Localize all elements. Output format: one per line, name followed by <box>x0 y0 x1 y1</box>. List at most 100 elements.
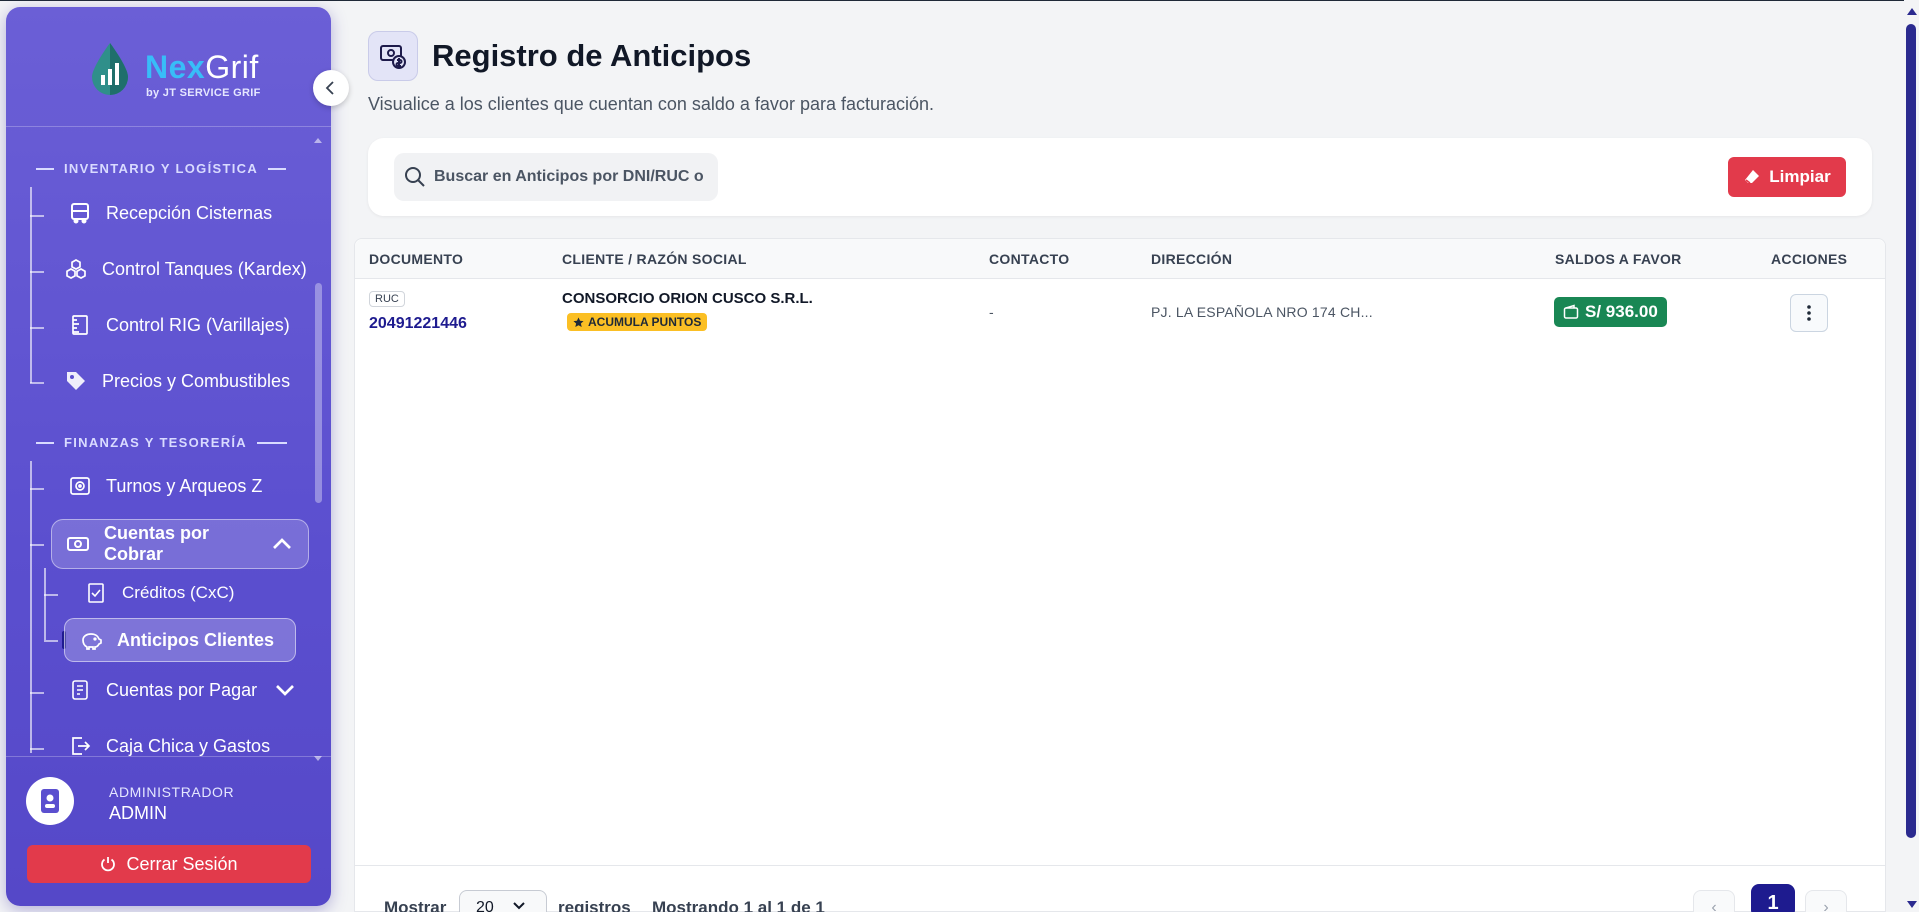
scroll-up-arrow-icon[interactable] <box>314 138 322 143</box>
pagination-prev-button[interactable]: ‹ <box>1693 890 1735 912</box>
sidebar-item-cuentas-por-cobrar[interactable]: Cuentas por Cobrar <box>51 519 309 569</box>
balance-value: S/ 936.00 <box>1585 302 1658 321</box>
tag-icon <box>67 372 85 390</box>
column-header-acciones: ACCIONES <box>1771 251 1848 267</box>
sidebar-item-caja-chica[interactable]: Caja Chica y Gastos <box>68 734 270 758</box>
chevron-down-icon <box>513 902 525 910</box>
sidebar-item-label: Cuentas por Pagar <box>106 679 258 700</box>
points-badge: ACUMULA PUNTOS <box>567 313 708 331</box>
brand-name-part2: Grif <box>205 49 259 85</box>
user-role: ADMINISTRADOR <box>109 784 235 800</box>
exit-icon <box>72 737 91 755</box>
sidebar-item-precios-combustibles[interactable]: Precios y Combustibles <box>64 369 290 393</box>
chevron-left-icon <box>325 81 334 95</box>
search-card: Limpiar <box>368 138 1872 216</box>
page-scroll-up-icon[interactable] <box>1907 8 1917 15</box>
page-scroll-down-icon[interactable] <box>1907 901 1917 908</box>
page-scrollbar[interactable] <box>1904 0 1919 912</box>
anticipos-table: DOCUMENTO CLIENTE / RAZÓN SOCIAL CONTACT… <box>354 238 1886 912</box>
sidebar-nav[interactable]: INVENTARIO Y LOGÍSTICA Recepción Cistern… <box>6 135 324 763</box>
sidebar-item-label: Créditos (CxC) <box>122 583 235 602</box>
page-title: Registro de Anticipos <box>432 38 752 73</box>
tree-branch <box>30 215 44 217</box>
table-header: DOCUMENTO CLIENTE / RAZÓN SOCIAL CONTACT… <box>355 239 1885 279</box>
column-header-direccion: DIRECCIÓN <box>1151 251 1233 267</box>
sidebar-item-cuentas-por-pagar[interactable]: Cuentas por Pagar <box>68 678 297 702</box>
sidebar: NexGrif by JT SERVICE GRIF INVENTARIO Y … <box>6 7 331 906</box>
kebab-menu-icon <box>1807 305 1811 321</box>
pagination-next-button[interactable]: › <box>1805 890 1847 912</box>
user-badge-icon <box>41 789 59 813</box>
chevron-up-icon <box>273 538 291 549</box>
boxes-icon <box>66 259 86 279</box>
tree-branch <box>30 327 44 329</box>
sidebar-item-label: Control Tanques (Kardex) <box>102 258 307 279</box>
tree-branch <box>44 594 58 596</box>
tree-branch <box>30 271 44 273</box>
avatar <box>26 777 74 825</box>
nexgrif-logo-icon <box>92 43 128 95</box>
sidebar-scrollbar[interactable] <box>314 135 322 763</box>
sidebar-item-anticipos-clientes[interactable]: Anticipos Clientes <box>64 618 296 662</box>
sidebar-item-label: Recepción Cisternas <box>106 202 273 223</box>
chevron-down-icon <box>276 685 295 696</box>
table-footer: Mostrar 20 registros Mostrando 1 al 1 de… <box>355 865 1885 912</box>
records-label: registros <box>558 898 631 912</box>
search-input[interactable] <box>434 168 714 186</box>
sidebar-item-recepcion-cisternas[interactable]: Recepción Cisternas <box>68 201 272 225</box>
balance-badge: S/ 936.00 <box>1554 297 1667 327</box>
brand-header: NexGrif by JT SERVICE GRIF <box>6 7 331 127</box>
column-header-contacto: CONTACTO <box>989 251 1070 267</box>
cash-icon <box>67 537 89 551</box>
clear-button[interactable]: Limpiar <box>1728 157 1846 197</box>
page-size-select[interactable]: 20 <box>459 890 547 912</box>
sidebar-item-control-tanques[interactable]: Control Tanques (Kardex) <box>64 257 307 281</box>
search-box[interactable] <box>394 153 718 201</box>
row-actions-button[interactable] <box>1790 294 1828 332</box>
sidebar-item-turnos-arqueos[interactable]: Turnos y Arqueos Z <box>68 474 262 498</box>
clear-button-label: Limpiar <box>1769 167 1831 186</box>
safe-icon <box>70 477 90 495</box>
logout-label: Cerrar Sesión <box>126 853 238 874</box>
records-summary: Mostrando 1 al 1 de 1 <box>652 898 825 912</box>
client-name: CONSORCIO ORION CUSCO S.R.L. <box>562 290 813 307</box>
section-title-finanzas: FINANZAS Y TESORERÍA <box>36 435 287 450</box>
tree-branch <box>30 692 44 694</box>
collapse-sidebar-button[interactable] <box>313 70 349 106</box>
client-contact: - <box>989 304 994 320</box>
client-address: PJ. LA ESPAÑOLA NRO 174 CH... <box>1151 304 1373 320</box>
pagination-current-page[interactable]: 1 <box>1751 884 1795 912</box>
doc-number: 20491221446 <box>369 315 467 332</box>
sidebar-item-label: Anticipos Clientes <box>117 629 275 650</box>
column-header-cliente: CLIENTE / RAZÓN SOCIAL <box>562 251 747 267</box>
tree-branch <box>30 544 44 546</box>
section-title-inventario: INVENTARIO Y LOGÍSTICA <box>36 161 287 176</box>
section-title-label: INVENTARIO Y LOGÍSTICA <box>64 161 259 176</box>
subtree-line <box>44 568 46 640</box>
column-header-documento: DOCUMENTO <box>369 251 464 267</box>
truck-icon <box>71 203 89 224</box>
show-label: Mostrar <box>384 898 447 912</box>
brand-subtitle: by JT SERVICE GRIF <box>146 87 261 99</box>
sidebar-scroll-thumb[interactable] <box>315 283 322 503</box>
power-icon <box>101 857 116 872</box>
receipt-icon <box>72 680 88 700</box>
star-icon <box>573 316 584 327</box>
column-header-saldos: SALDOS A FAVOR <box>1555 251 1682 267</box>
tree-branch <box>44 640 58 642</box>
tree-line <box>30 461 32 753</box>
section-title-label: FINANZAS Y TESORERÍA <box>64 435 247 450</box>
tree-branch <box>30 382 44 384</box>
sidebar-item-creditos-cxc[interactable]: Créditos (CxC) <box>84 581 234 605</box>
sidebar-item-control-rig[interactable]: Control RIG (Varillajes) <box>68 313 290 337</box>
piggy-bank-icon <box>82 633 102 650</box>
eraser-icon <box>1745 170 1760 184</box>
brand-name-part1: Nex <box>145 49 206 85</box>
sidebar-item-label: Cuentas por Cobrar <box>104 523 210 564</box>
page-scroll-thumb[interactable] <box>1906 24 1916 838</box>
logout-button[interactable]: Cerrar Sesión <box>27 845 311 883</box>
tree-branch <box>30 488 44 490</box>
points-badge-label: ACUMULA PUNTOS <box>588 315 702 329</box>
page-subtitle: Visualice a los clientes que cuentan con… <box>368 94 935 114</box>
tree-branch <box>30 748 44 750</box>
